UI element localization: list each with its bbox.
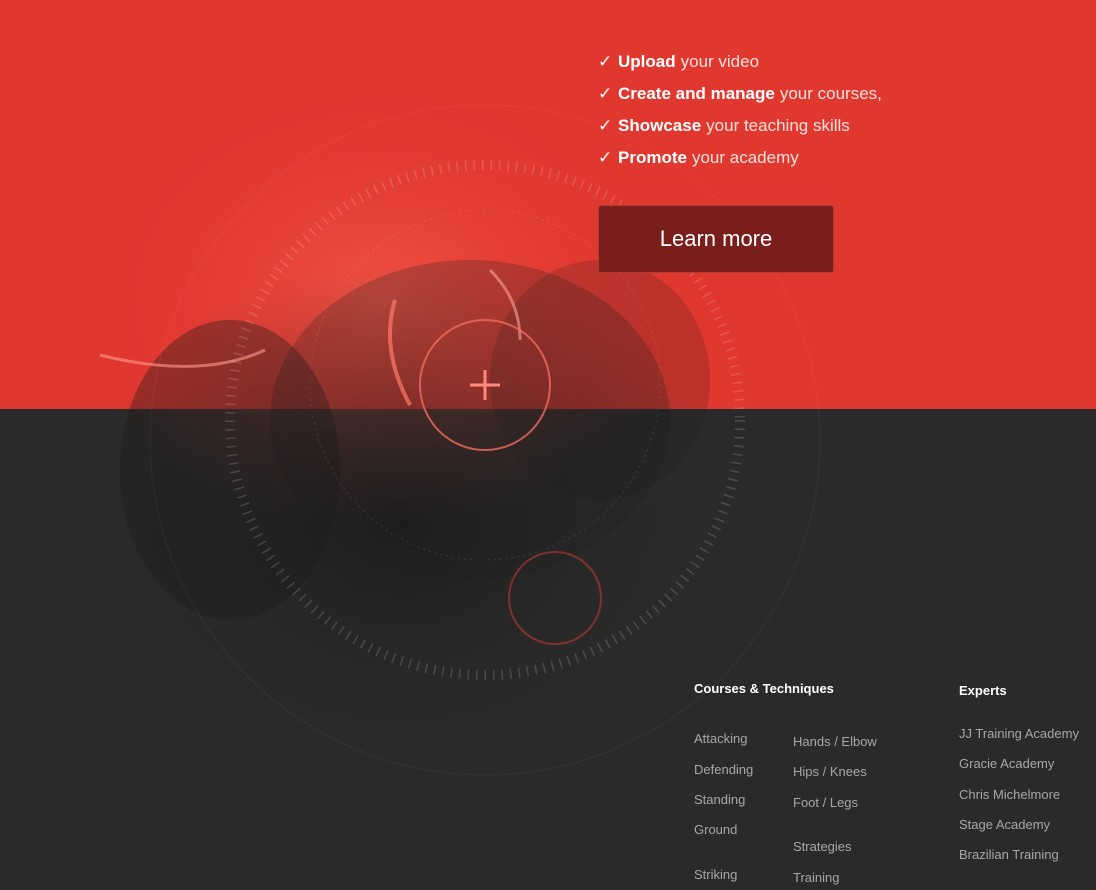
footer-link-hands-elbow[interactable]: Hands / Elbow [793, 734, 877, 749]
learn-more-button[interactable]: Learn more [598, 205, 834, 273]
footer-link-training[interactable]: Training [793, 870, 839, 885]
footer-link-attacking[interactable]: Attacking [694, 731, 747, 746]
feature-item: ✓ Create and manage your courses, [598, 78, 882, 110]
feature-text: your video [680, 52, 760, 71]
footer-link-stage-academy[interactable]: Stage Academy [959, 817, 1050, 832]
footer-link-foot-legs[interactable]: Foot / Legs [793, 795, 858, 810]
feature-item: ✓ Promote your academy [598, 142, 882, 174]
feature-strong-text: Upload [618, 52, 676, 71]
feature-strong-text: Showcase [618, 116, 702, 135]
feature-item: ✓ Showcase your teaching skills [598, 110, 882, 142]
footer-link-striking[interactable]: Striking [694, 867, 737, 882]
checkmark-icon: ✓ [598, 148, 613, 167]
footer-link-brazilian-training[interactable]: Brazilian Training [959, 847, 1059, 862]
feature-list: ✓ Upload your video ✓ Create and manage … [598, 46, 882, 174]
hero-fighter-illustration [80, 70, 821, 780]
footer-link-ground[interactable]: Ground [694, 822, 737, 837]
feature-strong-text: Promote [618, 148, 687, 167]
footer-link-standing[interactable]: Standing [694, 792, 745, 807]
experts-heading: Experts [959, 683, 1007, 698]
feature-text: your courses, [779, 84, 882, 103]
feature-item: ✓ Upload your video [598, 46, 882, 78]
footer-link-chris-michelmore[interactable]: Chris Michelmore [959, 787, 1060, 802]
footer-link-defending[interactable]: Defending [694, 762, 753, 777]
footer-link-strategies[interactable]: Strategies [793, 839, 852, 854]
footer-link-hips-knees[interactable]: Hips / Knees [793, 764, 867, 779]
checkmark-icon: ✓ [598, 52, 613, 71]
feature-text: your teaching skills [706, 116, 850, 135]
checkmark-icon: ✓ [598, 84, 613, 103]
feature-text: your academy [691, 148, 799, 167]
footer-link-jj-training-academy[interactable]: JJ Training Academy [959, 726, 1079, 741]
feature-strong-text: Create and manage [618, 84, 775, 103]
footer-link-gracie-academy[interactable]: Gracie Academy [959, 756, 1054, 771]
courses-heading: Courses & Techniques [694, 681, 834, 696]
checkmark-icon: ✓ [598, 116, 613, 135]
